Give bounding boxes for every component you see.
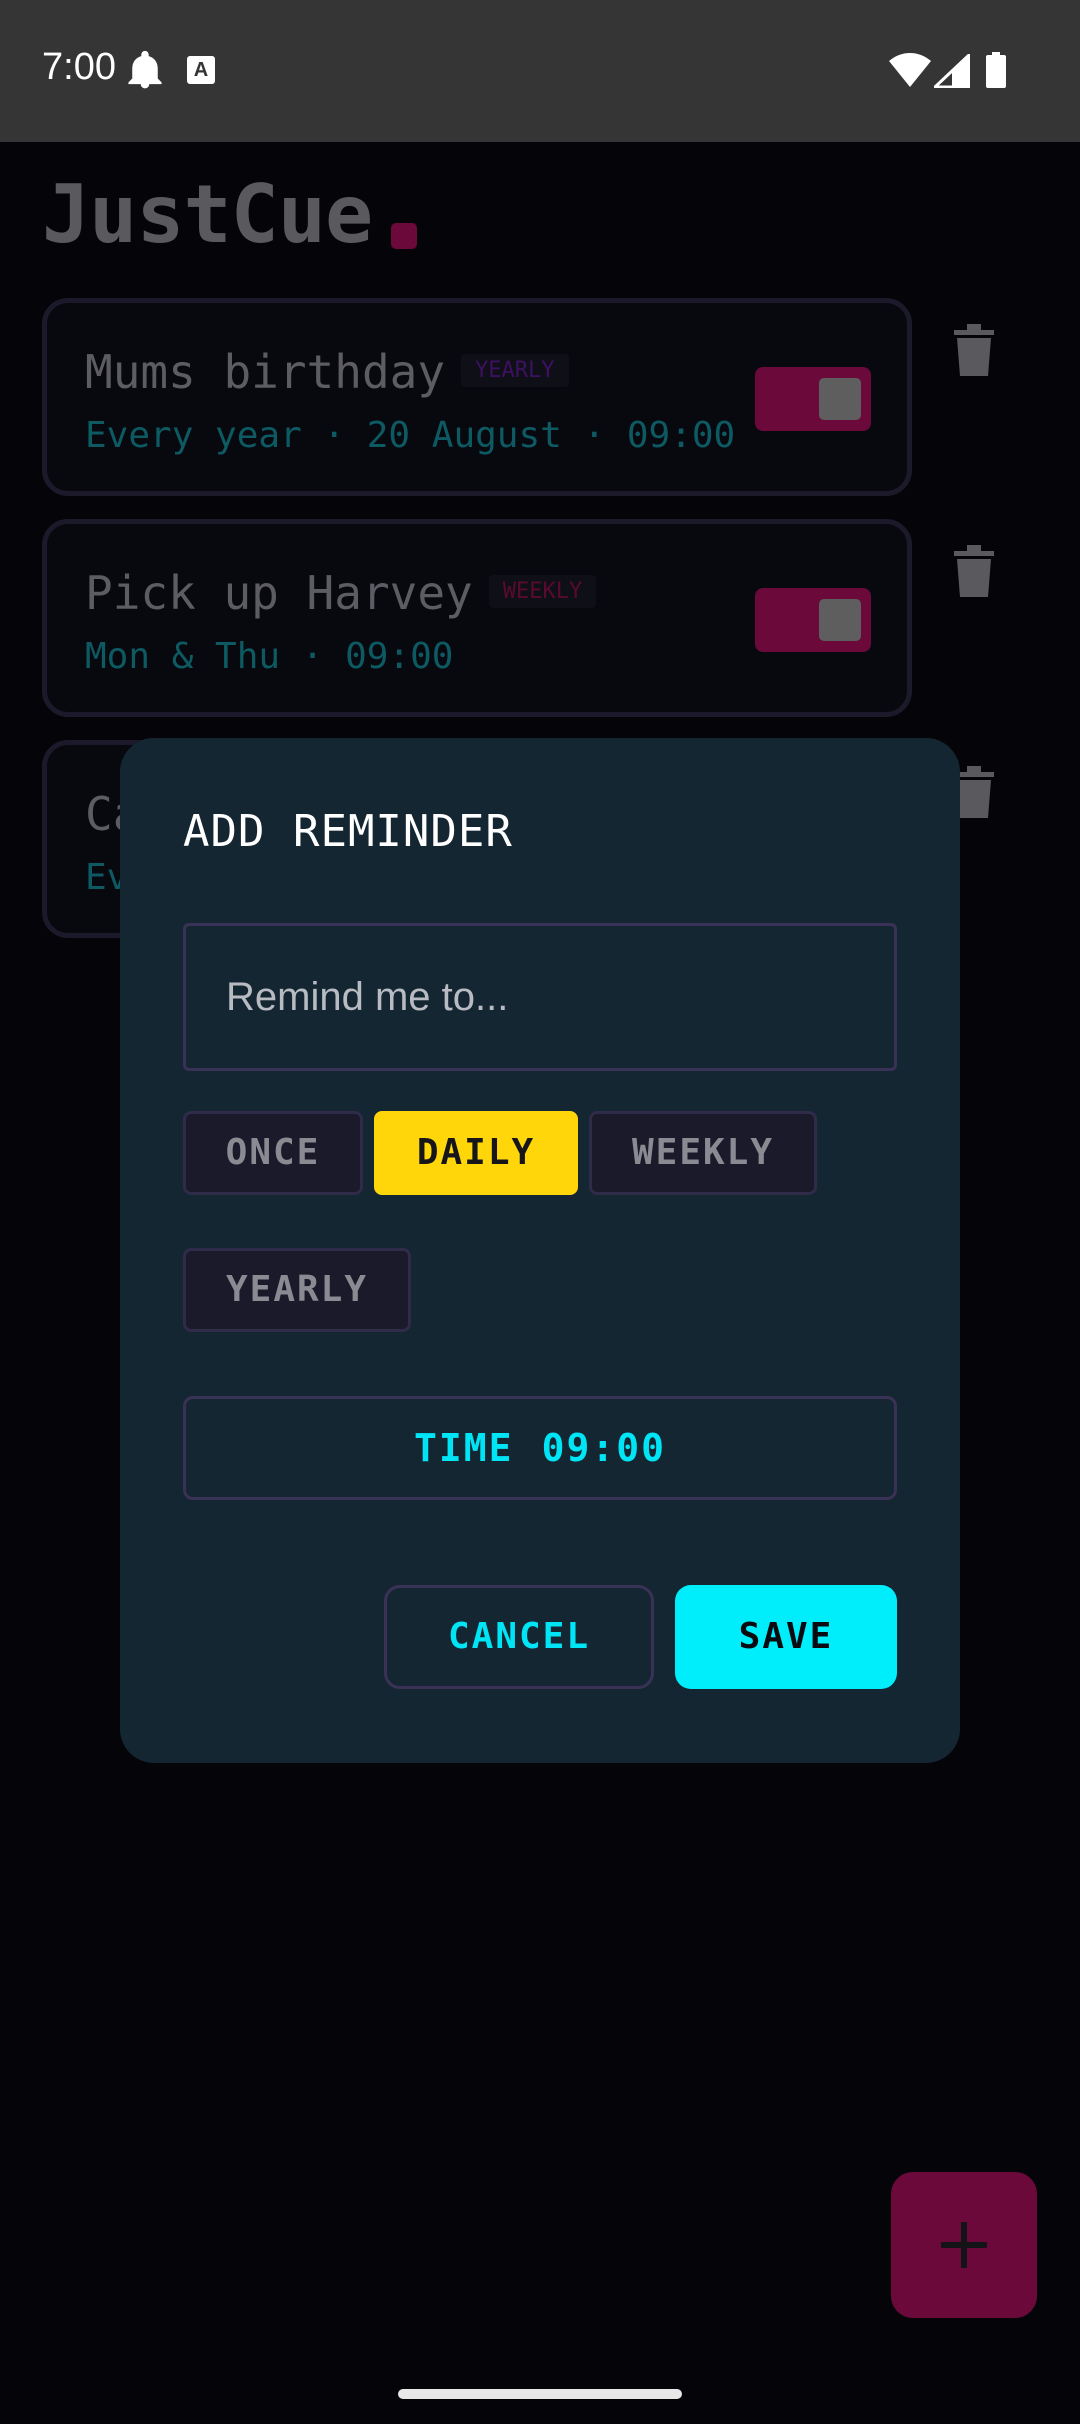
reminder-title: Mums birthday YEARLY <box>85 345 569 399</box>
reminder-text-input[interactable] <box>183 923 897 1071</box>
battery-icon <box>986 52 1006 88</box>
reminder-schedule: Mon & Thu · 09:00 <box>85 636 454 677</box>
add-reminder-fab[interactable] <box>891 2172 1037 2318</box>
time-label: TIME <box>414 1426 514 1470</box>
reminder-toggle[interactable] <box>755 367 871 431</box>
gesture-nav-handle[interactable] <box>398 2389 682 2399</box>
frequency-once-chip[interactable]: ONCE <box>183 1111 363 1195</box>
trash-icon[interactable] <box>954 324 994 376</box>
app-title: JustCue <box>42 168 373 261</box>
status-bar: 7:00 A <box>0 0 1080 142</box>
frequency-daily-chip[interactable]: DAILY <box>374 1111 578 1195</box>
dialog-title: ADD REMINDER <box>183 806 513 857</box>
reminder-card[interactable]: Pick up Harvey WEEKLY Mon & Thu · 09:00 <box>42 519 912 717</box>
time-value: 09:00 <box>541 1426 666 1470</box>
reminder-schedule: Every year · 20 August · 09:00 <box>85 415 736 456</box>
frequency-yearly-chip[interactable]: YEARLY <box>183 1248 411 1332</box>
add-reminder-dialog: ADD REMINDER ONCE DAILY WEEKLY YEARLY TI… <box>120 738 960 1763</box>
trash-icon[interactable] <box>954 766 994 818</box>
reminder-title-text: Mums birthday <box>85 345 446 399</box>
title-accent-dot <box>391 223 417 249</box>
trash-icon[interactable] <box>954 545 994 597</box>
signal-icon <box>934 54 970 88</box>
status-time: 7:00 <box>42 46 116 88</box>
reminder-card[interactable]: Mums birthday YEARLY Every year · 20 Augu… <box>42 298 912 496</box>
frequency-badge: YEARLY <box>461 354 569 387</box>
reminder-title: Pick up Harvey WEEKLY <box>85 566 597 620</box>
save-button[interactable]: SAVE <box>675 1585 897 1689</box>
time-picker-button[interactable]: TIME 09:00 <box>183 1396 897 1500</box>
toggle-knob <box>819 599 861 641</box>
reminder-title-text: Pick up Harvey <box>85 566 473 620</box>
text-a-icon: A <box>187 56 215 84</box>
frequency-badge: WEEKLY <box>488 575 597 608</box>
toggle-knob <box>819 378 861 420</box>
cancel-button[interactable]: CANCEL <box>384 1585 654 1689</box>
frequency-weekly-chip[interactable]: WEEKLY <box>589 1111 817 1195</box>
wifi-icon <box>889 53 931 87</box>
bell-icon <box>128 50 162 89</box>
reminder-toggle[interactable] <box>755 588 871 652</box>
plus-icon <box>941 2222 987 2268</box>
